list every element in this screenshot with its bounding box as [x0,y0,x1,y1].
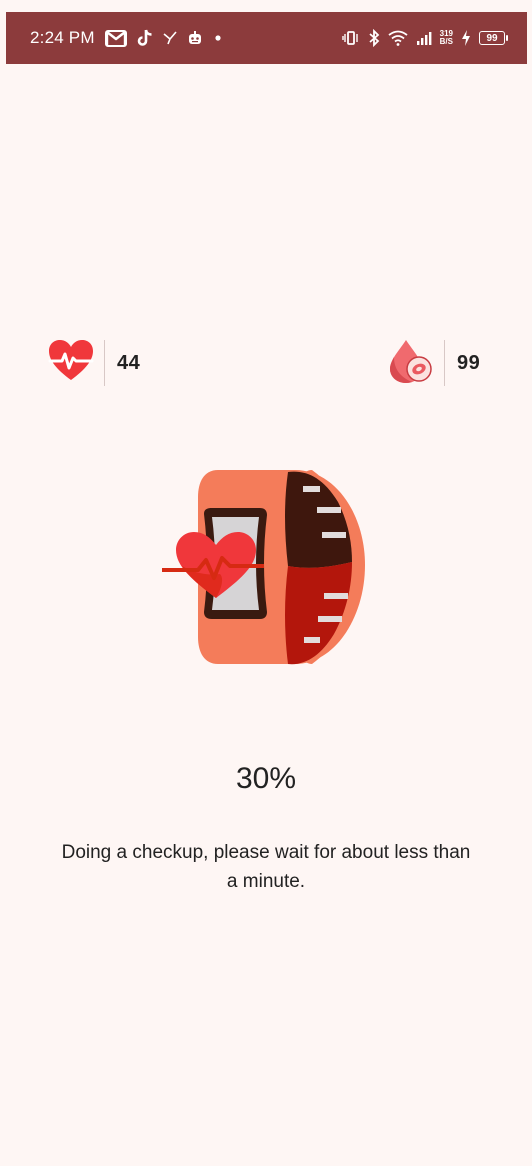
blood-oxygen-divider [444,340,445,386]
bot-icon [187,30,203,46]
heart-rate-divider [104,340,105,386]
net-speed: 319 B/S [440,30,453,46]
tiktok-icon [137,29,153,47]
net-speed-unit: B/S [439,37,453,46]
checkup-message: Doing a checkup, please wait for about l… [61,842,471,892]
blood-drop-icon [388,338,434,389]
status-bar-right: 319 B/S 99 [341,29,508,47]
wifi-icon [388,30,408,46]
smart-band-heart-icon [160,462,372,672]
status-time: 2:24 PM [30,28,95,47]
gmail-icon [104,29,127,47]
heart-rate-icon [48,339,94,388]
charging-icon [461,30,471,46]
blood-oxygen-value: 99 [457,351,481,374]
status-bar: 2:24 PM 319 B/S 99 [6,12,527,64]
heart-rate-metric: 44 [48,339,141,388]
status-bar-left: 2:24 PM [30,28,223,48]
vibrate-icon [341,30,360,46]
heart-rate-value: 44 [117,351,141,374]
progress-percent: 30% [235,762,297,795]
blood-oxygen-metric: 99 [388,338,481,389]
dot-icon [213,33,223,43]
bluetooth-icon [368,29,380,47]
navigation-icon [163,31,177,45]
battery-icon: 99 [479,31,508,45]
signal-icon [416,31,432,45]
